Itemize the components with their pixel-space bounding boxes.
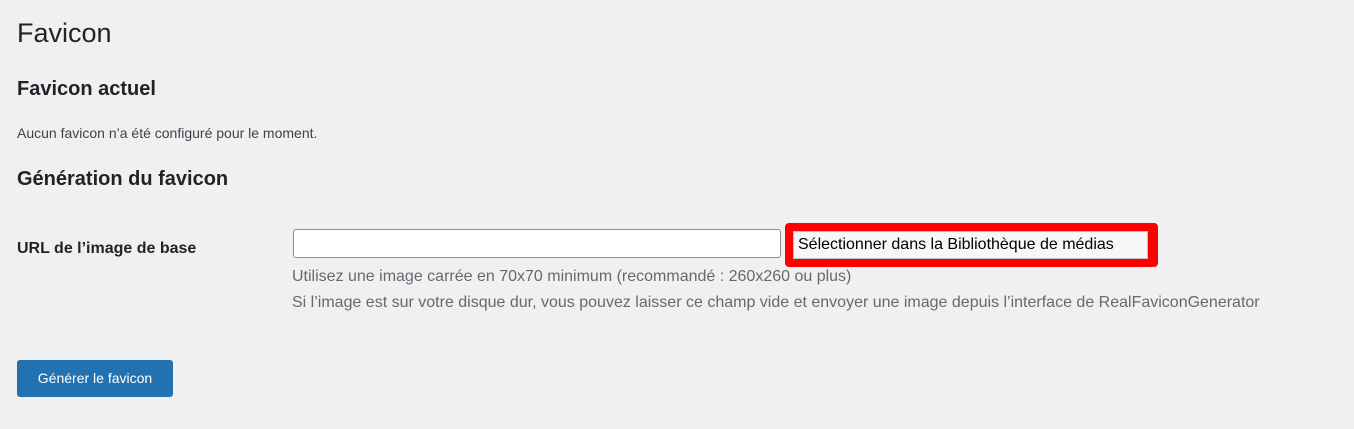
base-image-url-label: URL de l’image de base [17,240,197,257]
generate-favicon-button[interactable]: Générer le favicon [17,360,173,397]
current-favicon-heading: Favicon actuel [17,78,156,100]
image-size-help-text: Utilisez une image carrée en 70x70 minim… [292,268,852,285]
base-image-url-input[interactable] [293,229,781,258]
no-favicon-message: Aucun favicon n’a été configuré pour le … [17,125,318,141]
page-title: Favicon [17,18,112,48]
select-from-media-library-button[interactable]: Sélectionner dans la Bibliothèque de méd… [793,231,1148,259]
favicon-generation-heading: Génération du favicon [17,168,229,190]
local-image-help-text: Si l’image est sur votre disque dur, vou… [292,294,1260,311]
